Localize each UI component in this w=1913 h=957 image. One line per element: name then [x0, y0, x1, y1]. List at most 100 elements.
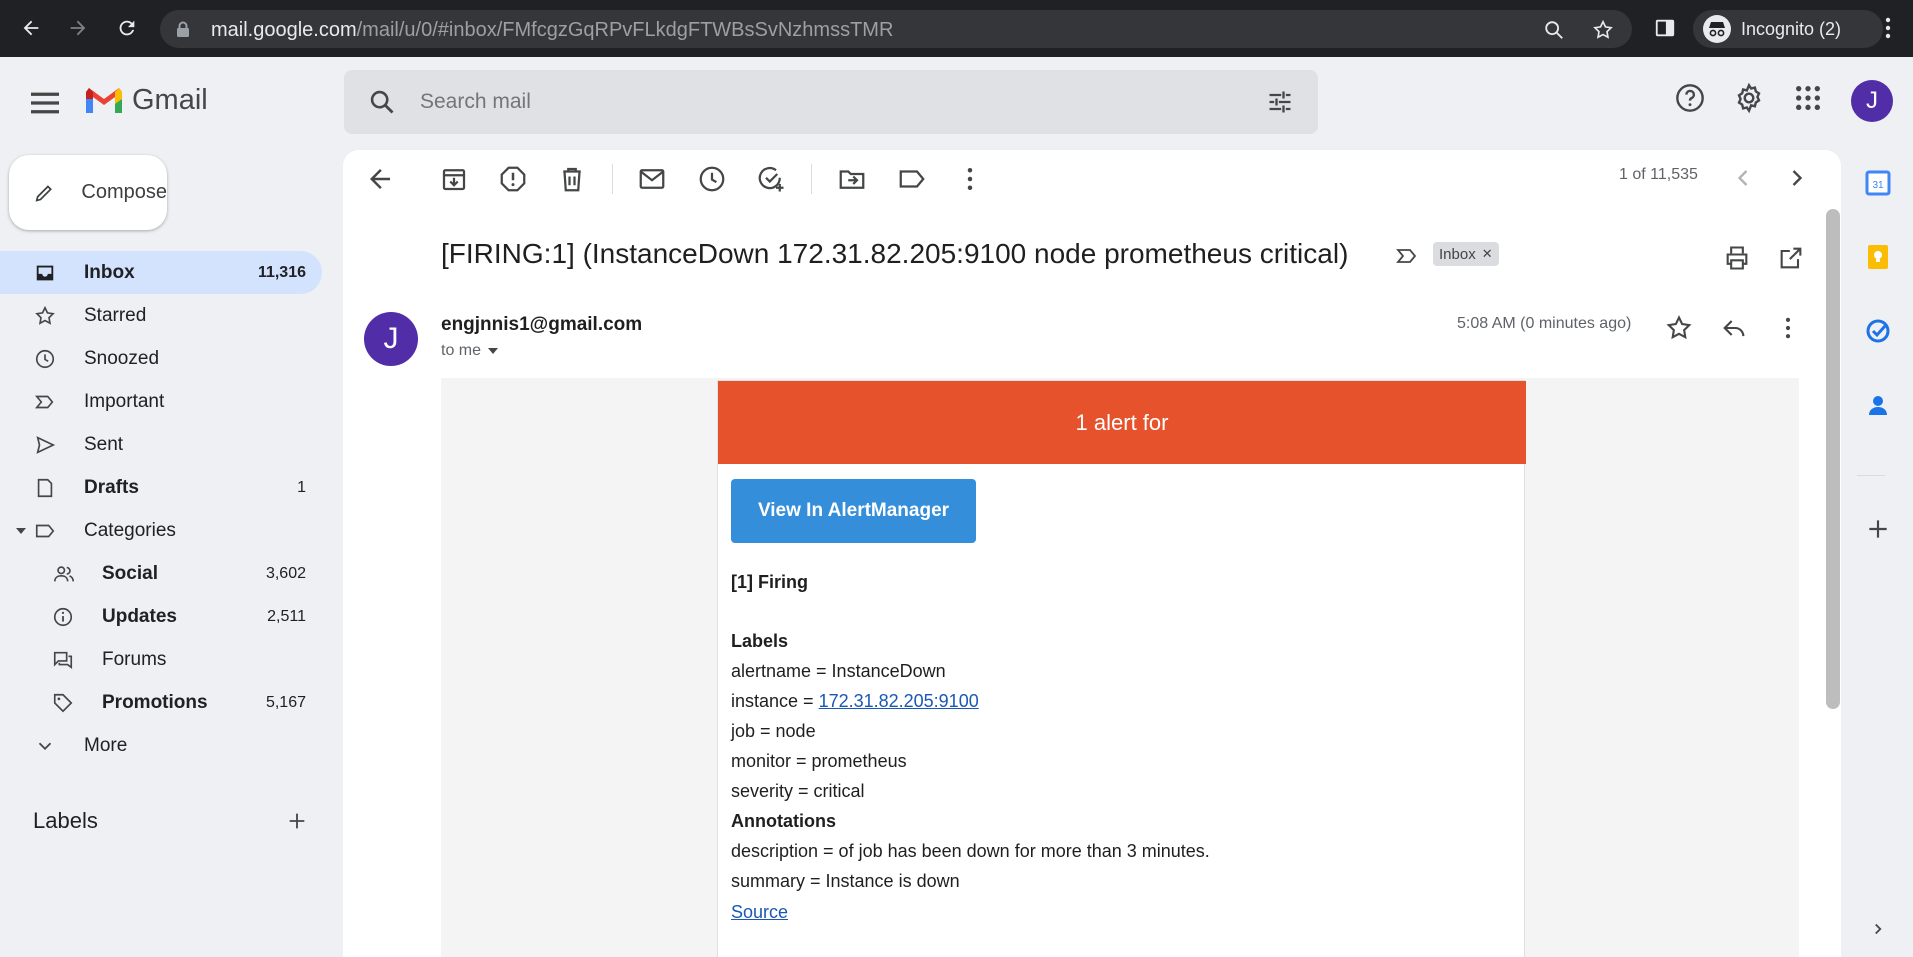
sidebar-item-sent[interactable]: Sent: [0, 423, 322, 466]
compose-button[interactable]: Compose: [9, 155, 167, 230]
sidebar-item-label: Important: [84, 390, 165, 412]
keep-notes-icon[interactable]: [1865, 244, 1891, 270]
side-panel-icon[interactable]: [1650, 13, 1680, 43]
calendar-icon[interactable]: 31: [1865, 170, 1891, 196]
scrollbar-thumb[interactable]: [1826, 209, 1840, 709]
apps-grid-icon[interactable]: [1792, 82, 1824, 114]
annotation-summary: summary = Instance is down: [731, 871, 960, 891]
sidebar-item-forums[interactable]: Forums: [0, 638, 322, 681]
sidebar-item-snoozed[interactable]: Snoozed: [0, 337, 322, 380]
address-bar[interactable]: mail.google.com/mail/u/0/#inbox/FMfcgzGq…: [160, 10, 1632, 48]
sidebar-item-label: Snoozed: [84, 347, 160, 369]
tasks-icon[interactable]: [1865, 318, 1891, 344]
source-link[interactable]: Source: [731, 902, 788, 922]
inbox-label-chip[interactable]: Inbox ✕: [1433, 242, 1499, 266]
account-avatar[interactable]: J: [1851, 80, 1893, 122]
view-in-alertmanager-button[interactable]: View In AlertManager: [731, 479, 976, 543]
zoom-icon[interactable]: [1543, 19, 1565, 41]
sender-email[interactable]: engjnnis1@gmail.com: [441, 314, 642, 336]
sidebar-item-count: 11,316: [257, 263, 306, 281]
info-icon: [53, 607, 73, 627]
get-addons-plus-icon[interactable]: [1865, 516, 1891, 542]
forward-arrow-icon[interactable]: [63, 13, 93, 43]
label-severity: severity = critical: [731, 781, 865, 801]
gmail-logo[interactable]: Gmail: [84, 84, 208, 117]
svg-text:31: 31: [1872, 180, 1884, 191]
email-subject: [FIRING:1] (InstanceDown 172.31.82.205:9…: [441, 238, 1349, 269]
newer-chevron-left-icon[interactable]: [1729, 164, 1757, 192]
search-input[interactable]: [420, 86, 1220, 118]
sidebar-item-social[interactable]: Social 3,602: [0, 552, 322, 595]
sidebar-item-label: Updates: [102, 605, 177, 627]
print-icon[interactable]: [1723, 244, 1751, 272]
mark-unread-icon[interactable]: [637, 164, 667, 194]
star-icon: [35, 305, 55, 325]
important-icon: [34, 395, 54, 409]
label-monitor: monitor = prometheus: [731, 751, 907, 771]
sidebar-item-starred[interactable]: Starred: [0, 294, 322, 337]
label-alertname: alertname = InstanceDown: [731, 661, 946, 681]
label-icon: [35, 524, 55, 538]
archive-icon[interactable]: [439, 164, 469, 194]
incognito-profile-button[interactable]: Incognito (2): [1693, 10, 1883, 48]
star-icon[interactable]: [1665, 314, 1693, 342]
annotation-description: description = of job has been down for m…: [731, 841, 1210, 861]
annotations-title: Annotations: [731, 811, 836, 831]
sidebar-item-drafts[interactable]: Drafts 1: [0, 466, 322, 509]
pagination-count: 1 of 11,535: [1619, 166, 1698, 183]
message-time: 5:08 AM (0 minutes ago): [1457, 315, 1632, 332]
bookmark-star-icon[interactable]: [1592, 19, 1614, 41]
recipient-details[interactable]: to me: [441, 342, 499, 360]
sender-avatar[interactable]: J: [364, 312, 418, 366]
browser-menu-icon[interactable]: [1873, 13, 1903, 43]
older-chevron-right-icon[interactable]: [1783, 164, 1811, 192]
sidebar-item-label: Sent: [84, 433, 124, 455]
main-menu-icon[interactable]: [24, 82, 66, 124]
firing-count: [1] Firing: [731, 572, 808, 592]
url-text: mail.google.com/mail/u/0/#inbox/FMfcgzGq…: [211, 19, 894, 41]
settings-gear-icon[interactable]: [1733, 82, 1765, 114]
contacts-icon[interactable]: [1865, 392, 1891, 418]
reload-icon[interactable]: [112, 13, 142, 43]
more-options-icon[interactable]: [955, 164, 985, 194]
search-bar[interactable]: [344, 70, 1318, 134]
search-icon[interactable]: [368, 88, 396, 116]
forum-icon: [53, 651, 73, 669]
report-spam-icon[interactable]: [498, 164, 528, 194]
open-new-window-icon[interactable]: [1777, 244, 1805, 272]
move-to-icon[interactable]: [837, 164, 867, 194]
sidebar-item-categories[interactable]: Categories: [0, 509, 322, 552]
trash-icon[interactable]: [557, 164, 587, 194]
alert-header: 1 alert for: [718, 381, 1526, 464]
sidebar-item-count: 2,511: [267, 607, 306, 625]
toolbar-divider: [612, 164, 613, 194]
sidebar-item-important[interactable]: Important: [0, 380, 322, 423]
importance-marker-icon[interactable]: [1395, 244, 1419, 268]
sidebar-item-more[interactable]: More: [0, 724, 322, 767]
people-icon: [54, 566, 74, 582]
add-to-tasks-icon[interactable]: [756, 164, 786, 194]
sidebar-item-label: Drafts: [84, 476, 139, 498]
back-arrow-icon[interactable]: [16, 13, 46, 43]
expand-panel-chevron-icon[interactable]: [1869, 920, 1887, 938]
snooze-clock-icon[interactable]: [697, 164, 727, 194]
add-label-icon[interactable]: [286, 810, 308, 832]
caret-down-icon[interactable]: [15, 526, 27, 536]
remove-label-icon[interactable]: ✕: [1482, 246, 1493, 262]
draft-icon: [37, 478, 53, 498]
sidebar-item-updates[interactable]: Updates 2,511: [0, 595, 322, 638]
sidebar-item-count: 1: [297, 478, 306, 496]
lock-icon: [177, 21, 189, 37]
tag-icon: [53, 693, 73, 713]
sidebar-item-inbox[interactable]: Inbox 11,316: [0, 251, 322, 294]
instance-link[interactable]: 172.31.82.205:9100: [819, 691, 979, 711]
search-options-icon[interactable]: [1266, 88, 1294, 116]
label-as-icon[interactable]: [897, 164, 927, 194]
back-to-inbox-icon[interactable]: [365, 164, 395, 194]
side-panel: 31: [1843, 150, 1913, 957]
message-more-icon[interactable]: [1774, 314, 1802, 342]
help-icon[interactable]: [1674, 82, 1706, 114]
sidebar-item-promotions[interactable]: Promotions 5,167: [0, 681, 322, 724]
reply-icon[interactable]: [1720, 314, 1748, 342]
toolbar-divider: [811, 164, 812, 194]
